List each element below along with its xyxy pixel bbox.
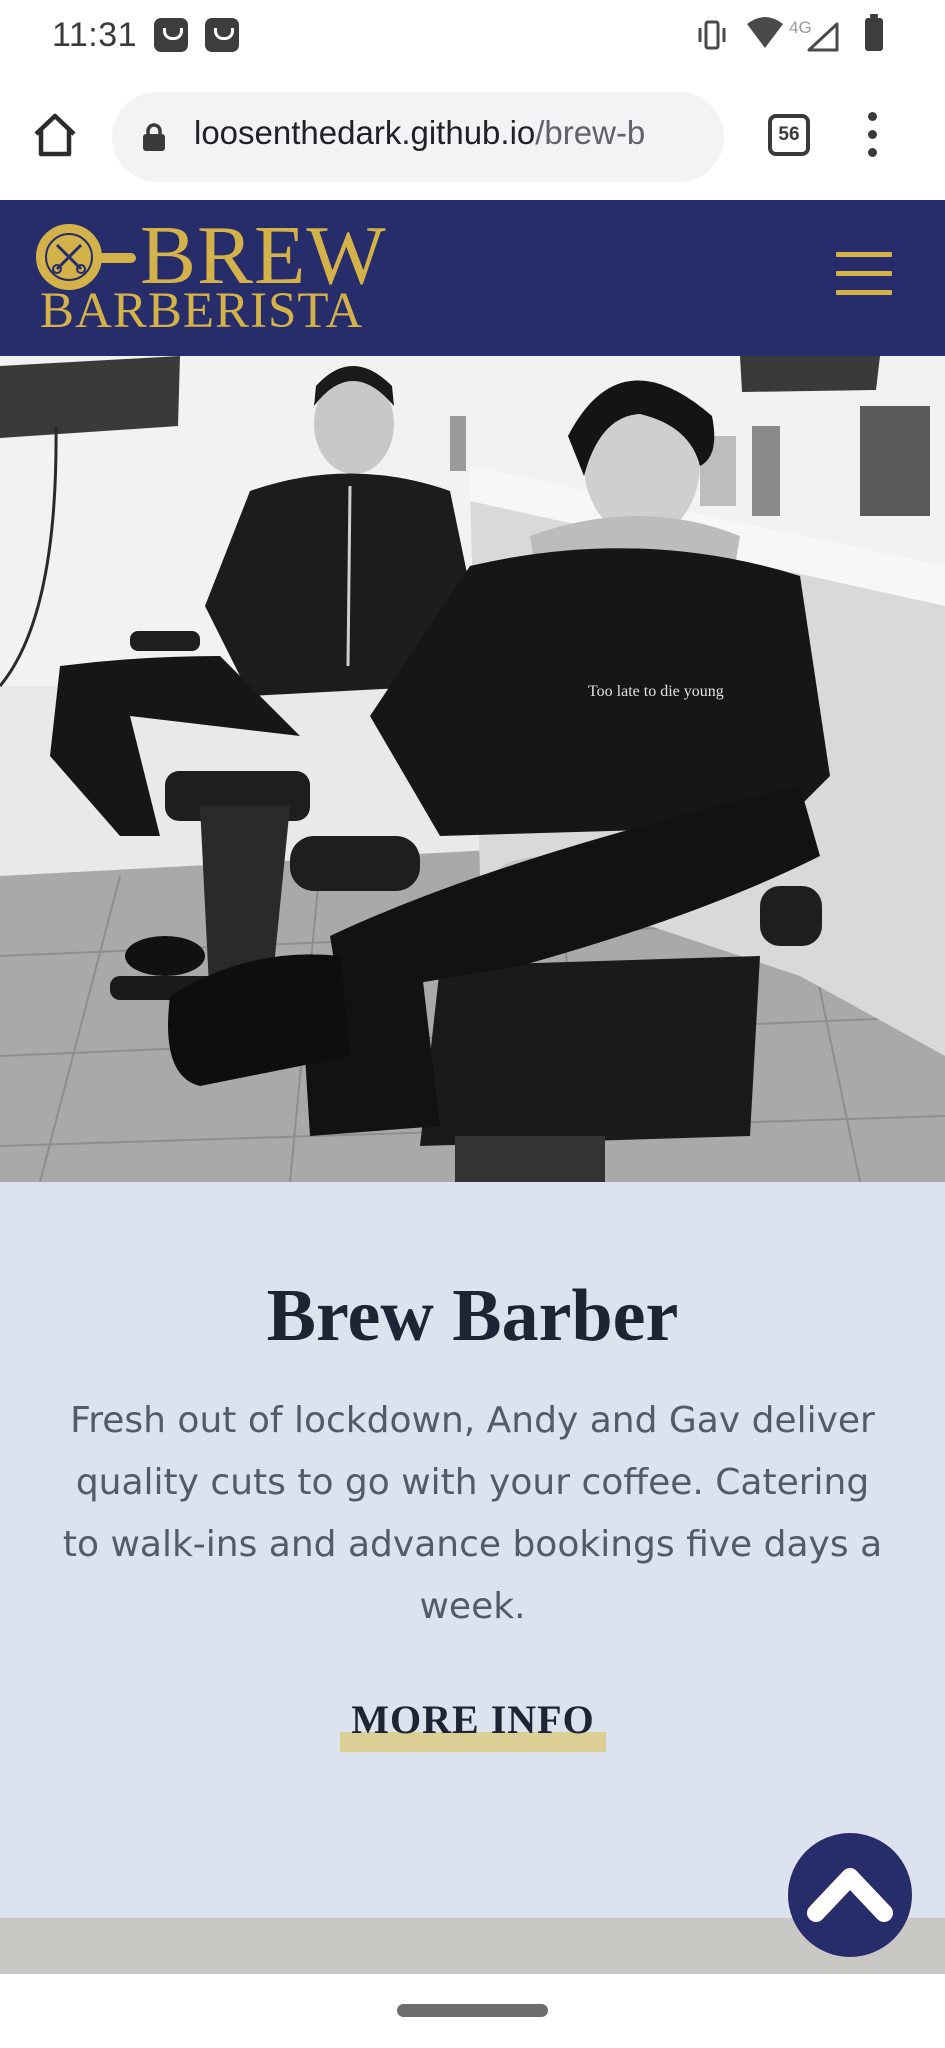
section-title: Brew Barber bbox=[266, 1275, 679, 1357]
hoodie-print: Too late to die young bbox=[588, 683, 724, 700]
scroll-to-top-button[interactable] bbox=[788, 1833, 912, 1957]
home-icon[interactable] bbox=[30, 110, 80, 160]
more-info-label: MORE INFO bbox=[351, 1697, 595, 1742]
brand-logo[interactable]: BREW BARBERISTA bbox=[36, 214, 416, 339]
chevron-up-icon bbox=[807, 1868, 893, 1922]
url-host: loosenthedark.github.io bbox=[194, 114, 536, 151]
shopping-bag-notification-icon bbox=[154, 18, 188, 52]
more-info-link[interactable]: MORE INFO bbox=[340, 1696, 606, 1760]
url-text: loosenthedark.github.io/brew-b bbox=[194, 114, 694, 152]
cell-signal-icon bbox=[807, 22, 839, 52]
home-gesture-pill[interactable] bbox=[397, 2004, 548, 2017]
status-time: 11:31 bbox=[52, 16, 138, 54]
logo-mirror-icon bbox=[36, 224, 102, 290]
status-bar: 11:31 4G bbox=[0, 0, 945, 72]
tab-switcher-button[interactable]: 56 bbox=[768, 114, 810, 156]
logo-handle bbox=[98, 253, 136, 263]
section-description: Fresh out of lockdown, Andy and Gav deli… bbox=[62, 1400, 883, 1627]
hamburger-menu-icon[interactable] bbox=[836, 252, 892, 296]
url-bar[interactable]: loosenthedark.github.io/brew-b bbox=[112, 92, 724, 182]
intro-section: Brew Barber Fresh out of lockdown, Andy … bbox=[0, 1182, 945, 1918]
lock-icon bbox=[143, 123, 165, 151]
url-path: /brew-b bbox=[535, 114, 646, 151]
hero-photo: Too late to die young bbox=[0, 356, 945, 1182]
browser-toolbar: loosenthedark.github.io/brew-b 56 bbox=[0, 72, 945, 200]
shopping-bag-notification-icon bbox=[205, 18, 239, 52]
vibrate-icon bbox=[698, 20, 726, 50]
site-header: BREW BARBERISTA bbox=[0, 200, 945, 356]
battery-icon bbox=[865, 14, 883, 51]
wifi-icon bbox=[747, 17, 783, 48]
more-vert-icon[interactable] bbox=[864, 112, 880, 160]
logo-text-barberista: BARBERISTA bbox=[40, 283, 364, 339]
system-nav-bar bbox=[0, 1974, 945, 2048]
